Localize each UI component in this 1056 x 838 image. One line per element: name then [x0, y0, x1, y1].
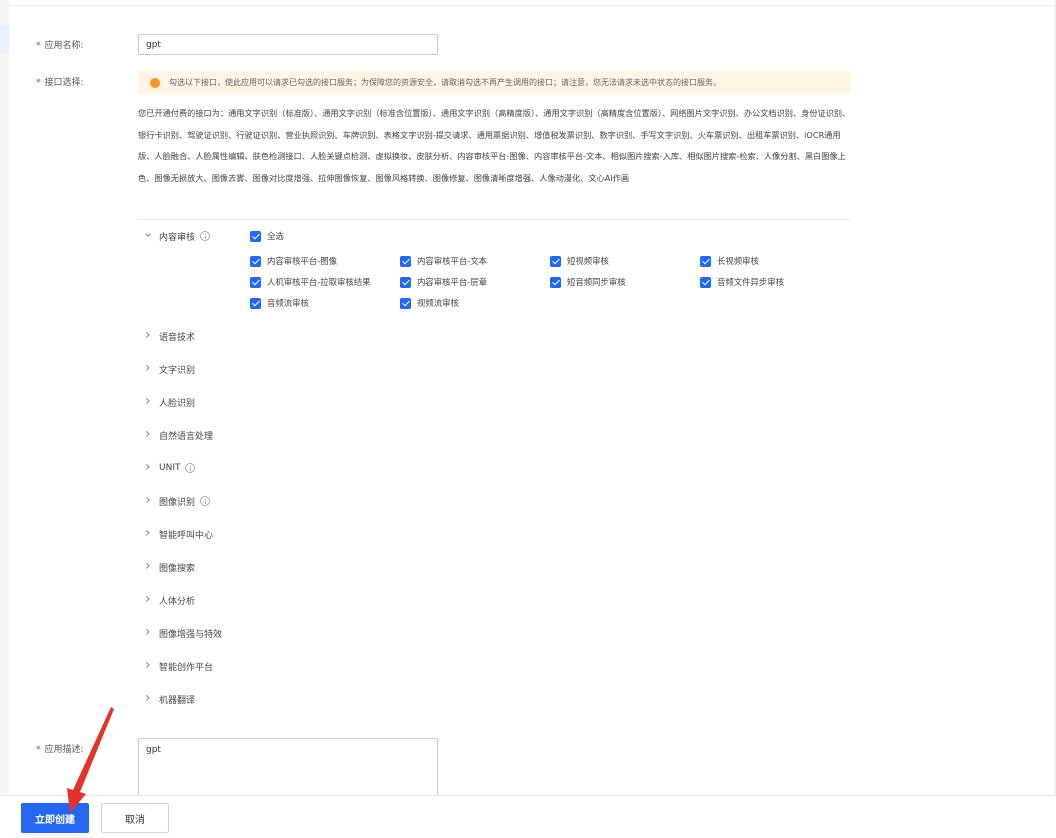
category-content-review[interactable]: 内容审核	[145, 229, 211, 243]
left-sidebar-strip	[0, 0, 9, 795]
checkbox-checked-icon[interactable]	[700, 255, 711, 267]
chevron-down-icon[interactable]	[145, 230, 159, 242]
paid-interfaces-text: 您已开通付费的接口为：通用文字识别（标准版）、通用文字识别（标准含位置版）、通用…	[138, 108, 851, 183]
checkbox-item[interactable]: 短音频同步审核	[550, 276, 626, 288]
chevron-right-icon[interactable]	[145, 429, 159, 441]
section-divider	[138, 219, 851, 220]
checkbox-checked-icon[interactable]	[400, 276, 411, 288]
checkbox-item[interactable]: 音频流审核	[250, 297, 309, 309]
description-textarea[interactable]: gpt	[138, 738, 438, 800]
create-button[interactable]: 立即创建	[21, 803, 89, 833]
category-unit[interactable]: UNIT	[145, 461, 196, 475]
info-icon[interactable]	[185, 463, 196, 473]
checkbox-item[interactable]: 短视频审核	[550, 255, 609, 267]
checkbox-item[interactable]: 人机审核平台-拉取审核结果	[250, 276, 371, 288]
interface-label: * 接口选择:	[36, 78, 84, 88]
chevron-right-icon[interactable]	[145, 561, 159, 573]
chevron-right-icon[interactable]	[145, 594, 159, 606]
chevron-right-icon[interactable]	[145, 396, 159, 408]
app-name-label: * 应用名称:	[36, 41, 84, 51]
interface-notice: 勾选以下接口，使此应用可以请求已勾选的接口服务；为保障您的资源安全，请取消勾选不…	[138, 71, 851, 94]
chevron-right-icon[interactable]	[145, 627, 159, 639]
checkbox-item[interactable]: 长视频审核	[700, 255, 759, 267]
checkbox-checked-icon[interactable]	[250, 230, 261, 242]
description-label: * 应用描述:	[36, 745, 84, 755]
cancel-button[interactable]: 取消	[101, 803, 169, 833]
checkbox-item[interactable]: 内容审核平台-图像	[250, 255, 337, 267]
chevron-right-icon[interactable]	[145, 528, 159, 540]
chevron-right-icon[interactable]	[145, 462, 159, 474]
category-speech[interactable]: 语音技术	[145, 329, 195, 343]
footer-bar: 立即创建 取消	[0, 795, 1056, 838]
top-divider	[9, 5, 1056, 6]
chevron-right-icon[interactable]	[145, 660, 159, 672]
category-ocr[interactable]: 文字识别	[145, 362, 195, 376]
chevron-right-icon[interactable]	[145, 330, 159, 342]
category-call-center[interactable]: 智能呼叫中心	[145, 527, 213, 541]
category-face[interactable]: 人脸识别	[145, 395, 195, 409]
checkbox-checked-icon[interactable]	[250, 255, 261, 267]
category-body-analysis[interactable]: 人体分析	[145, 593, 195, 607]
notice-text: 勾选以下接口，使此应用可以请求已勾选的接口服务；为保障您的资源安全，请取消勾选不…	[169, 78, 721, 87]
checkbox-item[interactable]: 视频流审核	[400, 297, 459, 309]
category-image-search[interactable]: 图像搜索	[145, 560, 195, 574]
checkbox-item[interactable]: 音频文件异步审核	[700, 276, 784, 288]
app-name-input[interactable]	[138, 34, 438, 55]
checkbox-checked-icon[interactable]	[700, 276, 711, 288]
checkbox-item[interactable]: 内容审核平台-层章	[400, 276, 487, 288]
category-creation-platform[interactable]: 智能创作平台	[145, 659, 213, 673]
category-nlp[interactable]: 自然语言处理	[145, 428, 213, 442]
chevron-right-icon[interactable]	[145, 363, 159, 375]
checkbox-item[interactable]: 内容审核平台-文本	[400, 255, 487, 267]
category-label: 内容审核	[159, 232, 196, 243]
info-icon[interactable]	[200, 496, 211, 506]
select-all-checkbox[interactable]: 全选	[250, 230, 284, 242]
category-machine-translation[interactable]: 机器翻译	[145, 692, 195, 706]
checkbox-checked-icon[interactable]	[400, 297, 411, 309]
warning-icon	[150, 77, 160, 88]
info-icon[interactable]	[200, 231, 211, 241]
checkbox-checked-icon[interactable]	[550, 276, 561, 288]
category-image-recognition[interactable]: 图像识别	[145, 494, 211, 508]
checkbox-checked-icon[interactable]	[250, 297, 261, 309]
checkbox-checked-icon[interactable]	[250, 276, 261, 288]
checkbox-checked-icon[interactable]	[550, 255, 561, 267]
checkbox-checked-icon[interactable]	[400, 255, 411, 267]
category-image-enhance[interactable]: 图像增强与特效	[145, 626, 222, 640]
sidebar-active-marker	[0, 25, 9, 53]
chevron-right-icon[interactable]	[145, 495, 159, 507]
chevron-right-icon[interactable]	[145, 693, 159, 705]
